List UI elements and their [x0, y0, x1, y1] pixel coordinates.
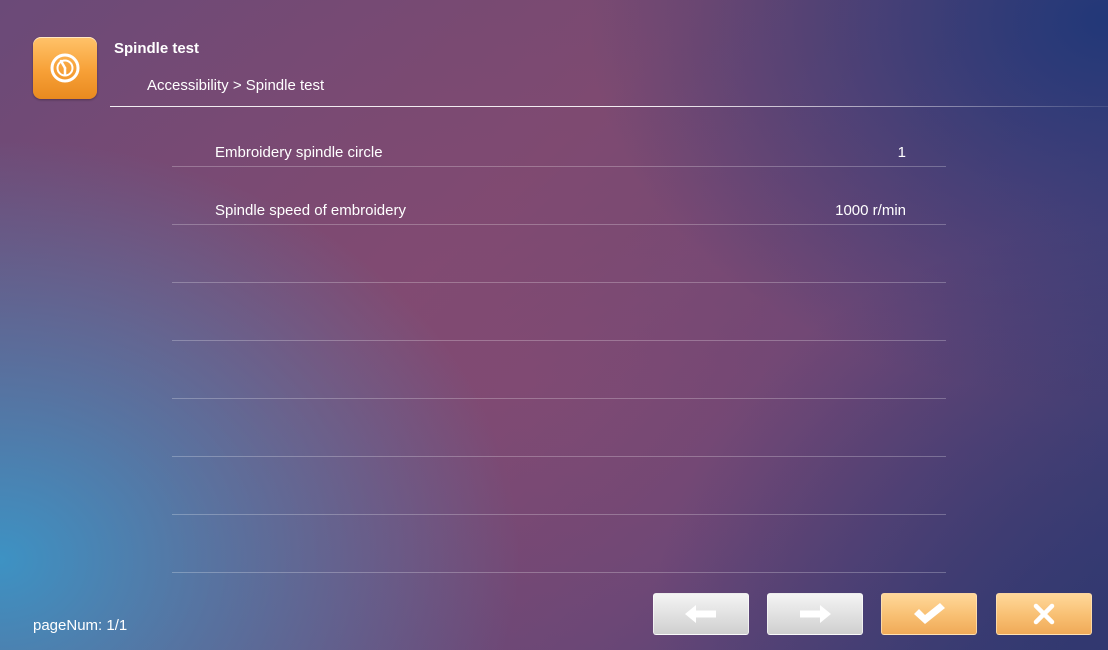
checkmark-icon — [914, 603, 945, 624]
param-row-empty — [172, 225, 946, 283]
param-name: Embroidery spindle circle — [215, 144, 383, 161]
param-value: 1 — [897, 144, 906, 161]
param-row-empty — [172, 399, 946, 457]
confirm-button[interactable] — [881, 593, 977, 635]
close-icon — [1033, 603, 1055, 625]
next-page-button[interactable] — [767, 593, 863, 635]
arrow-right-icon — [800, 605, 831, 623]
breadcrumb: Accessibility > Spindle test — [147, 77, 325, 94]
param-row-empty — [172, 283, 946, 341]
param-row-spindle-circle[interactable]: Embroidery spindle circle 1 — [172, 109, 946, 167]
page-title: Spindle test — [114, 40, 200, 57]
param-row-empty — [172, 457, 946, 515]
app-icon — [33, 37, 97, 99]
arrow-left-icon — [685, 605, 716, 623]
close-button[interactable] — [996, 593, 1092, 635]
param-row-spindle-speed[interactable]: Spindle speed of embroidery 1000 r/min — [172, 167, 946, 225]
param-value: 1000 r/min — [835, 202, 906, 219]
param-row-empty — [172, 515, 946, 573]
prev-page-button[interactable] — [653, 593, 749, 635]
page-number-label: pageNum: 1/1 — [33, 617, 128, 634]
parameter-list: Embroidery spindle circle 1 Spindle spee… — [172, 109, 946, 573]
spindle-test-screen: Spindle test Accessibility > Spindle tes… — [0, 0, 1108, 650]
header-divider — [110, 106, 1108, 107]
gauge-icon — [50, 53, 80, 83]
param-name: Spindle speed of embroidery — [215, 202, 406, 219]
param-row-empty — [172, 341, 946, 399]
